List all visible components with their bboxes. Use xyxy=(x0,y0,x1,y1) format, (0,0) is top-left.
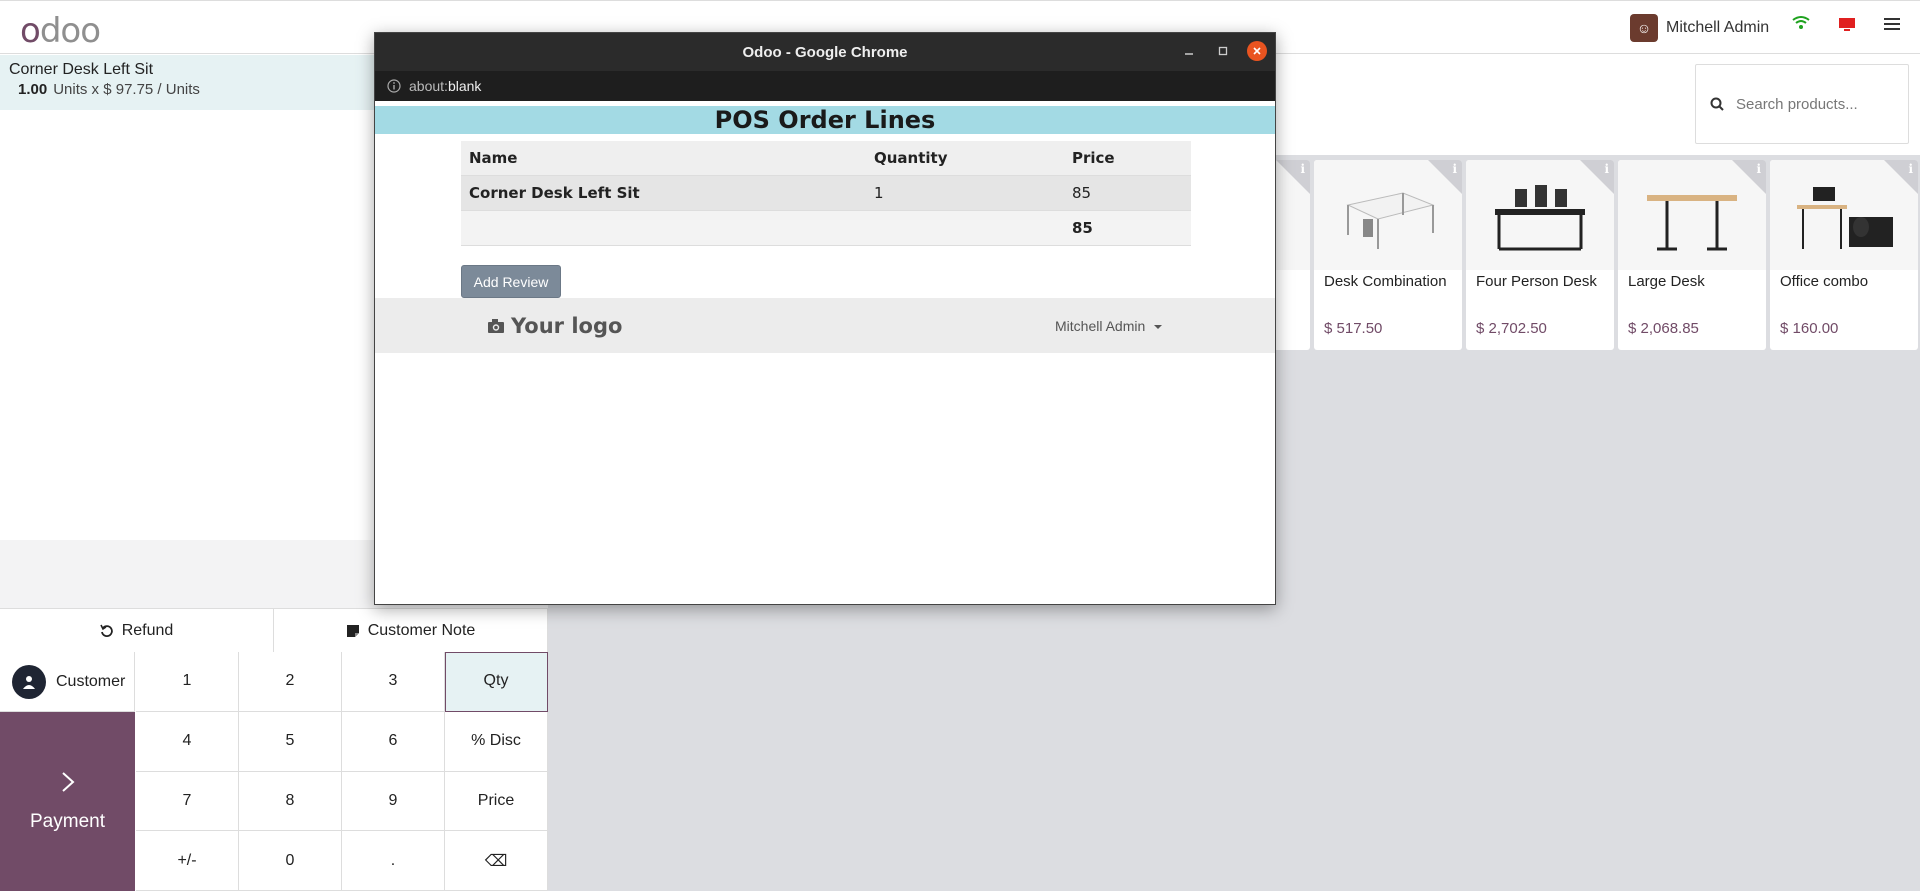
camera-icon xyxy=(488,319,504,333)
key-7[interactable]: 7 xyxy=(136,771,239,832)
chrome-popup-window: Odoo - Google Chrome about:blank POS Ord… xyxy=(374,32,1276,605)
odoo-logo[interactable]: odoo xyxy=(20,11,101,51)
row-qty: 1 xyxy=(866,175,1064,211)
key-6[interactable]: 6 xyxy=(342,711,445,772)
key-discount-mode[interactable]: % Disc xyxy=(445,711,548,772)
info-icon: i xyxy=(1300,162,1305,176)
refund-button[interactable]: Refund xyxy=(0,609,274,652)
table-row: Corner Desk Left Sit 1 85 xyxy=(461,175,1191,211)
key-5[interactable]: 5 xyxy=(239,711,342,772)
chevron-right-icon xyxy=(61,771,74,792)
add-review-button[interactable]: Add Review xyxy=(461,265,561,298)
key-qty-mode[interactable]: Qty xyxy=(445,652,548,712)
col-quantity: Quantity xyxy=(866,141,1064,176)
monitor-icon[interactable] xyxy=(1838,17,1856,38)
product-name: Large Desk xyxy=(1628,273,1705,290)
product-card[interactable]: i Large Desk $ 2,068.85 xyxy=(1618,160,1766,350)
search-placeholder: Search products... xyxy=(1736,95,1858,113)
table-header-row: Name Quantity Price xyxy=(461,141,1191,176)
order-line-unit-price: Units x $ 97.75 / Units xyxy=(53,81,200,98)
info-icon: i xyxy=(1604,162,1609,176)
product-name: Desk Combination xyxy=(1324,273,1447,290)
product-price: $ 2,702.50 xyxy=(1476,320,1547,337)
product-name: Four Person Desk xyxy=(1476,273,1597,290)
product-card[interactable]: i Four Person Desk $ 2,702.50 xyxy=(1466,160,1614,350)
hamburger-menu-icon[interactable] xyxy=(1884,17,1900,36)
your-logo[interactable]: Your logo xyxy=(487,314,622,338)
window-title: Odoo - Google Chrome xyxy=(742,43,908,61)
customer-note-button[interactable]: Customer Note xyxy=(274,609,548,652)
product-name: Office combo xyxy=(1780,273,1869,290)
product-card[interactable]: i Desk Combination $ 517.50 xyxy=(1314,160,1462,350)
window-title-bar[interactable]: Odoo - Google Chrome xyxy=(375,33,1275,71)
customer-button[interactable]: Customer xyxy=(0,652,135,712)
logo-text: Your logo xyxy=(511,314,623,338)
key-8[interactable]: 8 xyxy=(239,771,342,832)
search-icon xyxy=(1710,97,1724,111)
total-spacer xyxy=(866,210,1064,246)
col-price: Price xyxy=(1064,141,1191,176)
caret-down-icon xyxy=(1154,325,1163,329)
customer-note-label: Customer Note xyxy=(367,621,476,639)
row-name: Corner Desk Left Sit xyxy=(461,175,866,211)
order-lines-table: Name Quantity Price Corner Desk Left Sit… xyxy=(461,141,1191,246)
wifi-icon[interactable] xyxy=(1792,15,1810,36)
info-icon: i xyxy=(1756,162,1761,176)
key-decimal[interactable]: . xyxy=(342,831,445,891)
maximize-icon[interactable] xyxy=(1213,41,1233,61)
user-name: Mitchell Admin xyxy=(1666,19,1770,36)
footer-user-dropdown[interactable]: Mitchell Admin xyxy=(1055,318,1163,334)
control-buttons: Refund Customer Note xyxy=(0,608,548,652)
refund-label: Refund xyxy=(121,621,174,639)
product-price: $ 160.00 xyxy=(1780,320,1839,337)
undo-icon xyxy=(99,624,113,637)
payment-button[interactable]: Payment xyxy=(0,712,135,891)
info-circle-icon xyxy=(387,79,401,93)
key-plus-minus[interactable]: +/- xyxy=(136,831,239,891)
key-price-mode[interactable]: Price xyxy=(445,771,548,832)
close-icon[interactable] xyxy=(1247,41,1267,61)
key-2[interactable]: 2 xyxy=(239,652,342,712)
pos-order-lines-header: POS Order Lines xyxy=(375,106,1275,134)
total-row: 85 xyxy=(461,210,1191,246)
note-icon xyxy=(346,624,359,637)
product-card[interactable]: i Office combo $ 160.00 xyxy=(1770,160,1918,350)
address-url: about:blank xyxy=(409,78,481,94)
total-spacer xyxy=(461,210,866,246)
total-value: 85 xyxy=(1064,210,1191,246)
user-avatar: ☺ xyxy=(1630,14,1658,42)
address-blank: blank xyxy=(447,78,482,94)
key-3[interactable]: 3 xyxy=(342,652,445,712)
action-pad: Customer Payment 1 2 3 Qty 4 5 6 % Disc … xyxy=(0,652,548,891)
row-price: 85 xyxy=(1064,175,1191,211)
key-0[interactable]: 0 xyxy=(239,831,342,891)
address-bar[interactable]: about:blank xyxy=(375,71,1275,101)
window-controls xyxy=(1179,41,1267,61)
search-input[interactable]: Search products... xyxy=(1695,64,1909,144)
user-menu[interactable]: ☺ Mitchell Admin xyxy=(1630,14,1769,42)
address-prefix: about: xyxy=(409,78,448,94)
customer-label: Customer xyxy=(56,672,126,690)
person-icon xyxy=(12,664,46,699)
footer-user-name: Mitchell Admin xyxy=(1055,318,1146,334)
payment-label: Payment xyxy=(30,810,105,832)
key-backspace[interactable]: ⌫ xyxy=(445,831,548,891)
order-line-qty: 1.00 xyxy=(18,81,48,98)
key-4[interactable]: 4 xyxy=(136,711,239,772)
col-name: Name xyxy=(461,141,866,176)
popup-footer: Your logo Mitchell Admin xyxy=(375,298,1275,353)
key-9[interactable]: 9 xyxy=(342,771,445,832)
info-icon: i xyxy=(1908,162,1913,176)
numpad: 1 2 3 Qty 4 5 6 % Disc 7 8 9 Price +/- 0… xyxy=(136,652,548,891)
minimize-icon[interactable] xyxy=(1179,41,1199,61)
info-icon: i xyxy=(1452,162,1457,176)
key-1[interactable]: 1 xyxy=(136,652,239,712)
product-price: $ 2,068.85 xyxy=(1628,320,1699,337)
product-price: $ 517.50 xyxy=(1324,320,1383,337)
